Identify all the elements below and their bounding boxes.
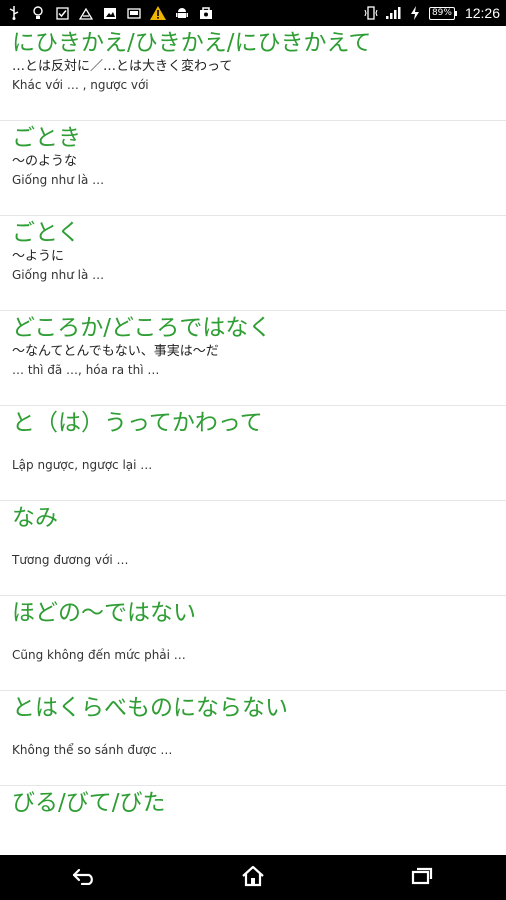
signal-share-icon (78, 5, 94, 21)
bulb-icon (30, 5, 46, 21)
item-jp-meaning: …とは反対に／…とは大きく変わって (12, 59, 233, 74)
item-jp-meaning (12, 627, 494, 646)
item-title: と（は）うってかわって (12, 410, 263, 436)
navigation-bar (0, 855, 506, 900)
item-title: ごとき (12, 125, 81, 151)
image-icon (102, 5, 118, 21)
item-vi-meaning: … thì đã …, hóa ra thì … (12, 363, 160, 377)
list-item[interactable]: とはくらべものにならない Không thể so sánh được … (0, 691, 506, 786)
item-title: びる/びて/びた (12, 790, 166, 816)
item-vi-meaning: Khác với … , ngược với (12, 78, 149, 92)
android-icon (174, 5, 190, 21)
status-clock: 12:26 (464, 5, 500, 21)
list-item[interactable]: と（は）うってかわって Lập ngược, ngược lại … (0, 406, 506, 501)
item-jp-meaning (12, 817, 494, 836)
item-title: ほどの～ではない (12, 600, 196, 626)
grammar-list: にひきかえ/ひきかえ/にひきかえて …とは反対に／…とは大きく変わって Khác… (0, 26, 506, 855)
back-button[interactable] (54, 858, 114, 898)
vibrate-icon (363, 5, 379, 21)
battery-indicator: 89% (428, 6, 457, 20)
item-vi-meaning: Không thể so sánh được … (12, 743, 173, 757)
item-vi-meaning: Giống như là … (12, 268, 105, 282)
item-jp-meaning (12, 532, 494, 551)
item-vi-meaning: Cũng không đến mức phải … (12, 648, 186, 662)
back-icon (71, 867, 97, 889)
usb-icon (6, 5, 22, 21)
item-title: ごとく (12, 220, 81, 246)
item-vi-meaning: Tương đương với … (12, 553, 129, 567)
item-title: とはくらべものにならない (12, 695, 288, 721)
charging-icon (407, 5, 423, 21)
list-item[interactable]: ごとき ～のような Giống như là … (0, 121, 506, 216)
home-button[interactable] (223, 858, 283, 898)
signal-icon (385, 5, 401, 21)
status-bar: 89% 12:26 (0, 0, 506, 26)
item-jp-meaning (12, 722, 494, 741)
recents-icon (410, 866, 434, 890)
list-item[interactable]: ごとく ～ように Giống như là … (0, 216, 506, 311)
list-item[interactable]: びる/びて/びた (0, 786, 506, 855)
list-item[interactable]: にひきかえ/ひきかえ/にひきかえて …とは反対に／…とは大きく変わって Khác… (0, 26, 506, 121)
item-title: にひきかえ/ひきかえ/にひきかえて (12, 30, 372, 56)
item-jp-meaning (12, 437, 494, 456)
item-vi-meaning: Giống như là … (12, 173, 105, 187)
item-title: なみ (12, 505, 58, 531)
list-item[interactable]: なみ Tương đương với … (0, 501, 506, 596)
status-right-icons: 89% 12:26 (363, 5, 500, 21)
warning-icon (150, 5, 166, 21)
list-item[interactable]: ほどの～ではない Cũng không đến mức phải … (0, 596, 506, 691)
list-item[interactable]: どころか/どころではなく ～なんてとんでもない、事実は～だ … thì đã …… (0, 311, 506, 406)
item-vi-meaning: Lập ngược, ngược lại … (12, 458, 153, 472)
photo-icon (126, 5, 142, 21)
checkbox-icon (54, 5, 70, 21)
item-jp-meaning: ～なんてとんでもない、事実は～だ (12, 344, 219, 359)
item-title: どころか/どころではなく (12, 315, 272, 341)
home-icon (241, 865, 265, 891)
status-left-icons (6, 5, 214, 21)
item-jp-meaning: ～のような (12, 154, 78, 169)
recents-button[interactable] (392, 858, 452, 898)
item-jp-meaning: ～ように (12, 249, 65, 264)
bag-icon (198, 5, 214, 21)
